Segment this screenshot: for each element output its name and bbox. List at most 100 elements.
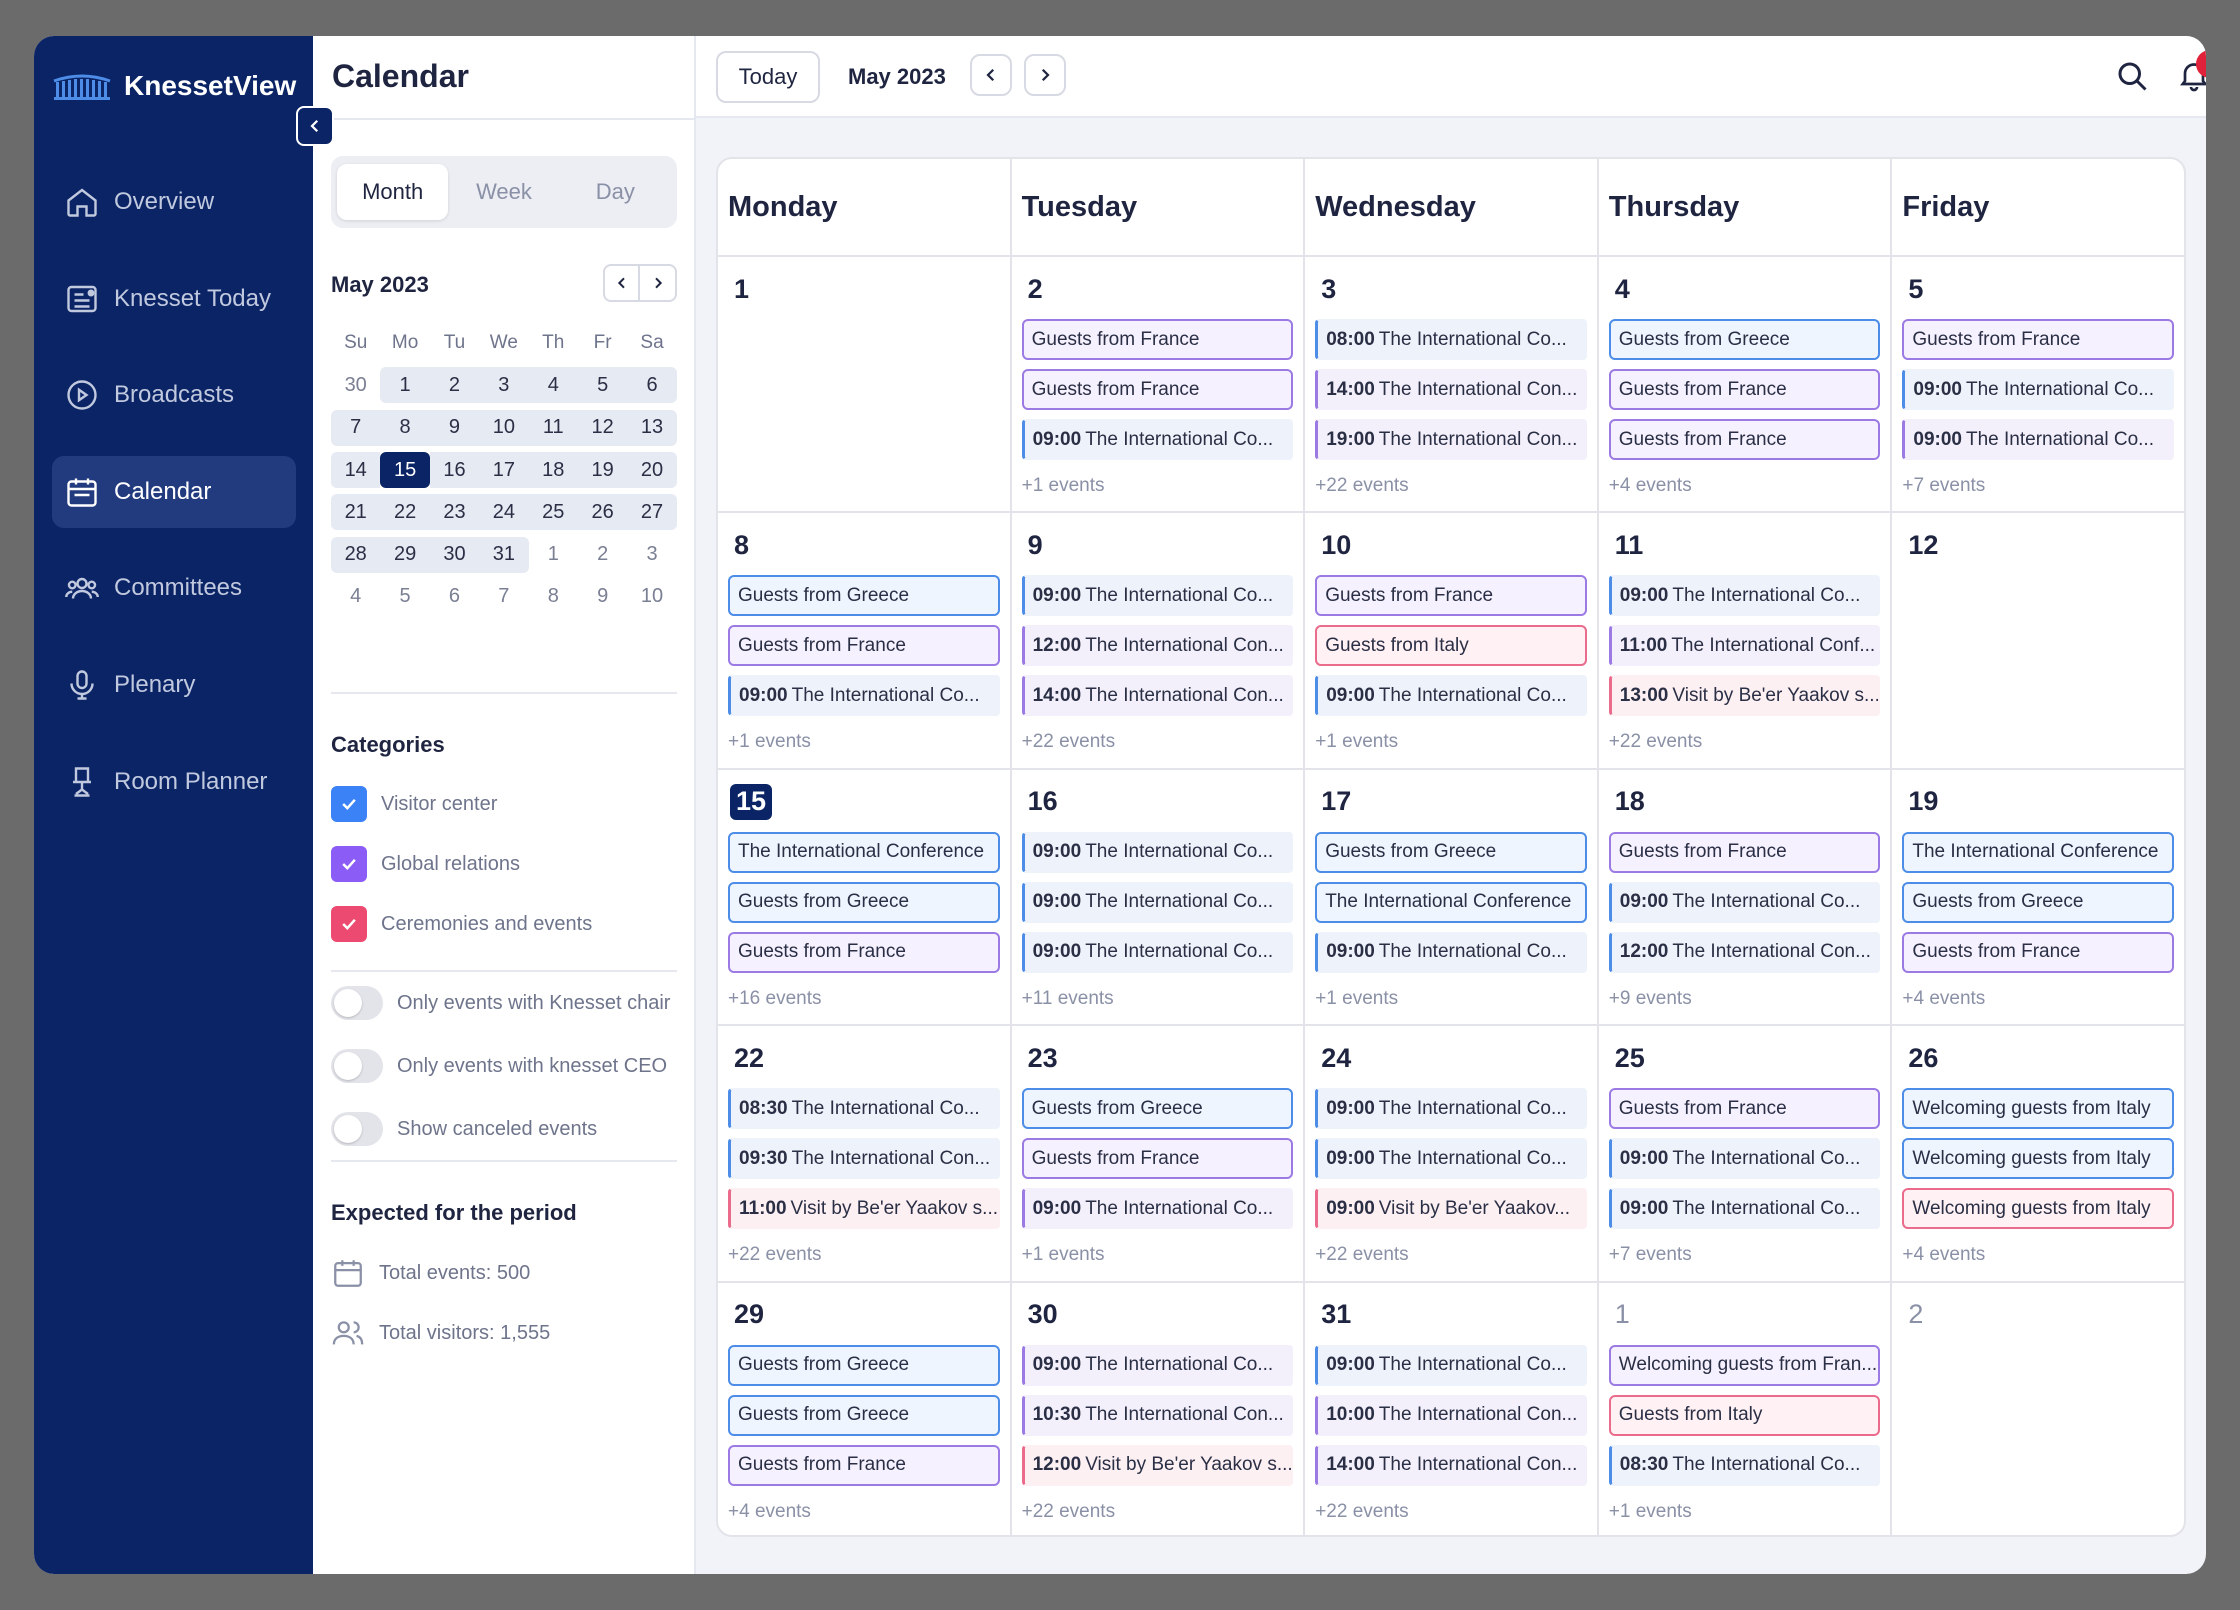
- event-chip[interactable]: Guests from Greece: [728, 1344, 1000, 1386]
- event-chip[interactable]: Guests from Greece: [1315, 831, 1587, 873]
- tab-week[interactable]: Week: [448, 164, 559, 220]
- event-chip[interactable]: Guests from France: [728, 931, 1000, 973]
- mini-day[interactable]: 6: [430, 579, 479, 615]
- checkbox-checked-icon[interactable]: [331, 786, 367, 822]
- event-chip[interactable]: 10:00 The International Con...: [1315, 1394, 1587, 1436]
- day-cell[interactable]: 8 Guests from Greece Guests from France 09:…: [718, 513, 1012, 768]
- event-chip[interactable]: Welcoming guests from Fran...: [1608, 1344, 1881, 1386]
- mini-day[interactable]: 15: [380, 452, 430, 489]
- mini-day[interactable]: 26: [577, 494, 628, 531]
- mini-day[interactable]: 21: [331, 494, 381, 531]
- event-chip[interactable]: Welcoming guests from Italy: [1902, 1188, 2174, 1230]
- event-chip[interactable]: 14:00 The International Con...: [1315, 369, 1587, 410]
- event-chip[interactable]: Guests from France: [1608, 1088, 1881, 1130]
- day-cell[interactable]: 29 Guests from Greece Guests from Greece Gu…: [718, 1282, 1012, 1535]
- event-chip[interactable]: 12:00 Visit by Be'er Yaakov s...: [1021, 1444, 1294, 1486]
- mini-day[interactable]: 8: [380, 409, 430, 446]
- mini-day[interactable]: 3: [627, 537, 676, 573]
- mini-day[interactable]: 29: [380, 536, 430, 573]
- sidebar-item-knesset-today[interactable]: Knesset Today: [52, 263, 296, 335]
- day-cell[interactable]: 3 08:00 The International Co... 14:00 The In…: [1305, 257, 1599, 512]
- mini-next-button[interactable]: [640, 264, 677, 302]
- day-cell[interactable]: 19 The International Conference Guests fro…: [1892, 770, 2184, 1024]
- event-chip[interactable]: 12:00 The International Con...: [1608, 931, 1881, 973]
- event-chip[interactable]: 09:00 The International Co...: [1315, 1138, 1587, 1180]
- event-chip[interactable]: 09:00 The International Co...: [1021, 575, 1294, 617]
- more-events-link[interactable]: +22 events: [1609, 731, 1703, 753]
- more-events-link[interactable]: +22 events: [1315, 1244, 1409, 1266]
- event-chip[interactable]: 09:30 The International Con...: [728, 1138, 1000, 1180]
- event-chip[interactable]: Guests from Greece: [728, 1394, 1000, 1436]
- mini-day[interactable]: 10: [479, 409, 529, 446]
- day-cell[interactable]: 1 Welcoming guests from Fran... Guests fro…: [1599, 1282, 1893, 1535]
- event-chip[interactable]: Guests from France: [1608, 369, 1881, 410]
- next-month-button[interactable]: [1024, 54, 1066, 96]
- event-chip[interactable]: 09:00 The International Co...: [1608, 881, 1881, 923]
- event-chip[interactable]: Guests from France: [728, 625, 1000, 667]
- event-chip[interactable]: 12:00 The International Con...: [1021, 625, 1294, 667]
- mini-day[interactable]: 9: [578, 579, 627, 615]
- event-chip[interactable]: Guests from Greece: [728, 575, 1000, 617]
- event-chip[interactable]: 09:00 The International Co...: [1608, 575, 1881, 617]
- mini-day[interactable]: 3: [479, 367, 529, 404]
- mini-day[interactable]: 14: [331, 452, 381, 489]
- event-chip[interactable]: 11:00 The International Conf...: [1608, 625, 1881, 667]
- mini-day[interactable]: 9: [429, 409, 480, 446]
- search-button[interactable]: [2114, 58, 2150, 99]
- event-chip[interactable]: 09:00 The International Co...: [1021, 1344, 1294, 1386]
- day-cell[interactable]: 1: [718, 257, 1012, 512]
- sidebar-item-overview[interactable]: Overview: [52, 166, 296, 238]
- mini-day[interactable]: 11: [528, 409, 578, 446]
- more-events-link[interactable]: +11 events: [1022, 988, 1114, 1010]
- sidebar-item-room-planner[interactable]: Room Planner: [52, 746, 296, 818]
- more-events-link[interactable]: +22 events: [1022, 1501, 1116, 1523]
- event-chip[interactable]: 09:00 The International Co...: [728, 675, 1000, 717]
- more-events-link[interactable]: +22 events: [728, 1244, 822, 1266]
- event-chip[interactable]: Guests from Greece: [1021, 1088, 1294, 1130]
- mini-day[interactable]: 31: [479, 536, 529, 573]
- toggle-canceled-events[interactable]: Show canceled events: [331, 1112, 597, 1146]
- day-cell[interactable]: 11 09:00 The International Co... 11:00 The I…: [1599, 513, 1893, 768]
- event-chip[interactable]: The International Conference: [728, 831, 1000, 873]
- toggle-knesset-chair[interactable]: Only events with Knesset chair: [331, 986, 670, 1020]
- tab-month[interactable]: Month: [337, 164, 449, 220]
- more-events-link[interactable]: +1 events: [728, 731, 811, 753]
- event-chip[interactable]: 08:30 The International Co...: [1608, 1444, 1881, 1486]
- day-cell[interactable]: 22 08:30 The International Co... 09:30 The I…: [718, 1026, 1012, 1281]
- sidebar-item-plenary[interactable]: Plenary: [52, 649, 296, 721]
- more-events-link[interactable]: +7 events: [1902, 475, 1985, 497]
- category-global-relations[interactable]: Global relations: [331, 846, 520, 882]
- event-chip[interactable]: 09:00 The International Co...: [1315, 675, 1587, 717]
- more-events-link[interactable]: +1 events: [1315, 988, 1398, 1010]
- more-events-link[interactable]: +16 events: [728, 988, 822, 1010]
- day-cell[interactable]: 16 09:00 The International Co... 09:00 The I…: [1012, 769, 1306, 1025]
- category-ceremonies[interactable]: Ceremonies and events: [331, 906, 592, 942]
- event-chip[interactable]: Guests from Italy: [1608, 1394, 1881, 1436]
- event-chip[interactable]: 09:00 The International Co...: [1021, 931, 1294, 973]
- event-chip[interactable]: The International Conference: [1902, 831, 2174, 873]
- mini-day[interactable]: 19: [577, 452, 628, 489]
- event-chip[interactable]: Guests from France: [1902, 931, 2174, 973]
- event-chip[interactable]: 13:00 Visit by Be'er Yaakov s...: [1608, 675, 1881, 717]
- event-chip[interactable]: Guests from France: [1021, 369, 1294, 410]
- event-chip[interactable]: 09:00 The International Co...: [1021, 881, 1294, 923]
- event-chip[interactable]: Guests from France: [1021, 1138, 1294, 1180]
- event-chip[interactable]: 09:00 The International Co...: [1315, 1088, 1587, 1130]
- event-chip[interactable]: Guests from France: [1902, 319, 2174, 360]
- mini-day[interactable]: 2: [578, 537, 627, 573]
- event-chip[interactable]: Guests from France: [1608, 419, 1881, 460]
- more-events-link[interactable]: +1 events: [1022, 1244, 1105, 1266]
- event-chip[interactable]: Welcoming guests from Italy: [1902, 1138, 2174, 1180]
- day-cell[interactable]: 25 Guests from France 09:00 The Internation…: [1599, 1026, 1893, 1281]
- toggle-switch[interactable]: [331, 1112, 383, 1146]
- day-cell[interactable]: 4 Guests from Greece Guests from France Gue…: [1599, 257, 1893, 512]
- mini-day[interactable]: 25: [528, 494, 578, 531]
- event-chip[interactable]: 09:00 The International Co...: [1021, 831, 1294, 873]
- event-chip[interactable]: Guests from Greece: [728, 881, 1000, 923]
- sidebar-item-committees[interactable]: Committees: [52, 552, 296, 624]
- day-cell[interactable]: 31 09:00 The International Co... 10:00 The I…: [1305, 1282, 1599, 1535]
- day-cell[interactable]: 23 Guests from Greece Guests from France 09…: [1012, 1026, 1306, 1281]
- mini-day[interactable]: 16: [429, 452, 480, 489]
- collapse-sidebar-button[interactable]: [296, 106, 334, 146]
- mini-day[interactable]: 6: [627, 367, 677, 404]
